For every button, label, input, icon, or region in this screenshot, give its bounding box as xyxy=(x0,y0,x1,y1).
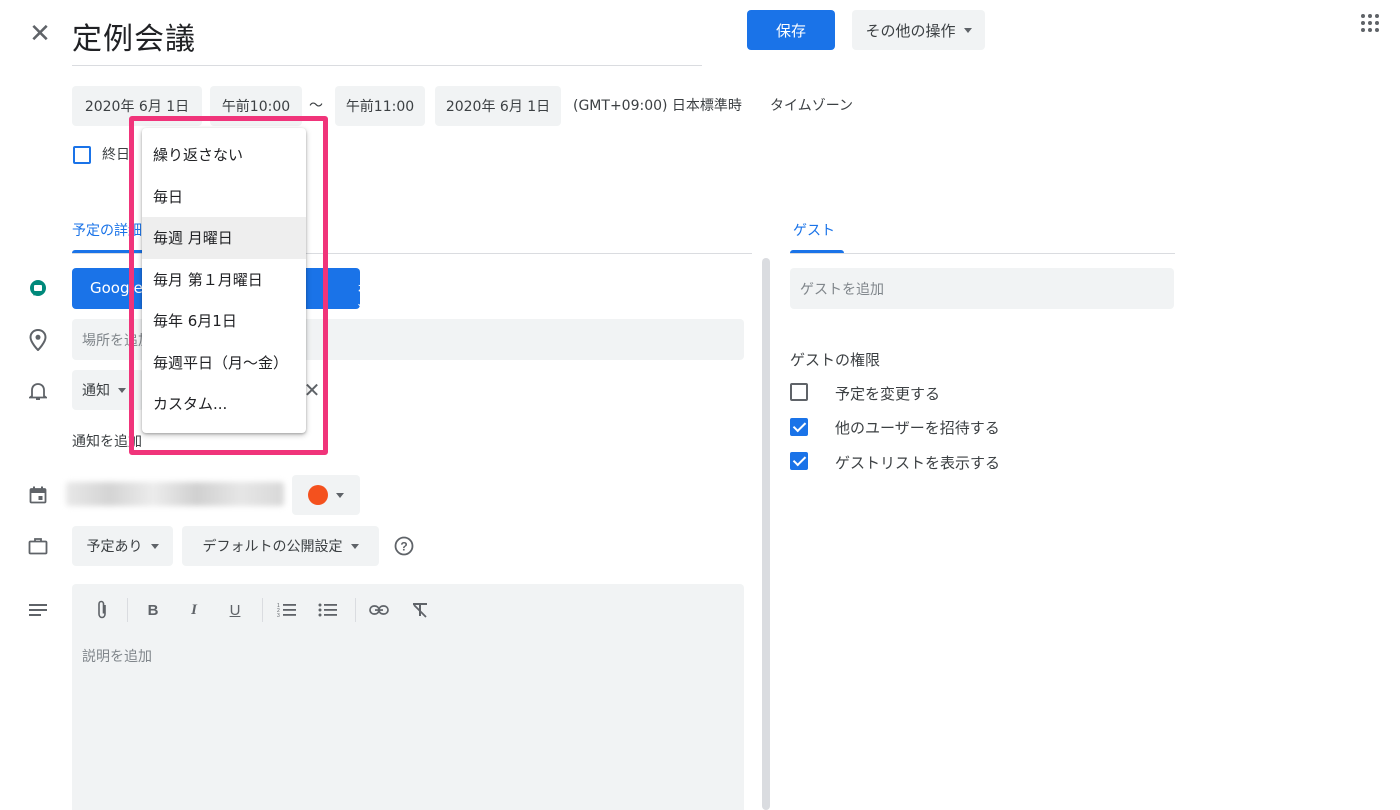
caret-down-icon xyxy=(350,543,359,549)
briefcase-icon xyxy=(26,534,50,558)
apps-grid-icon[interactable] xyxy=(1361,14,1379,32)
permission-invite-checkbox[interactable] xyxy=(790,418,808,436)
title-field[interactable]: 定例会議 xyxy=(72,18,702,66)
help-icon[interactable]: ? xyxy=(393,535,415,557)
calendar-color-dot xyxy=(308,485,328,505)
more-actions-button[interactable]: その他の操作 xyxy=(852,10,985,50)
allday-label: 終日 xyxy=(102,147,130,163)
recurrence-menu[interactable]: 繰り返さない 毎日 毎週 月曜日 毎月 第１月曜日 毎年 6月1日 毎週平日（月… xyxy=(142,128,306,433)
menu-item-weekly-monday[interactable]: 毎週 月曜日 xyxy=(142,217,306,259)
italic-icon[interactable]: I xyxy=(182,600,206,620)
menu-item-custom[interactable]: カスタム... xyxy=(142,383,306,425)
visibility-select[interactable]: デフォルトの公開設定 xyxy=(182,526,379,566)
event-title[interactable]: 定例会議 xyxy=(72,18,702,62)
menu-item-no-repeat[interactable]: 繰り返さない xyxy=(142,134,306,176)
visibility-label: デフォルトの公開設定 xyxy=(202,539,343,555)
underline-icon[interactable]: U xyxy=(223,600,247,620)
toolbar-separator xyxy=(355,598,356,622)
save-button[interactable]: 保存 xyxy=(747,10,835,50)
caret-down-icon xyxy=(963,27,972,33)
caret-down-icon xyxy=(118,387,126,393)
caret-down-icon xyxy=(150,543,159,549)
menu-item-weekdays[interactable]: 毎週平日（月〜金） xyxy=(142,342,306,384)
description-editor[interactable]: B I U 123 説明を追加 xyxy=(72,584,744,810)
end-time-chip[interactable]: 午前11:00 xyxy=(335,86,425,126)
description-lines-icon xyxy=(26,598,50,622)
divider xyxy=(790,253,1175,254)
timezone-value: (GMT+09:00) 日本標準時 xyxy=(573,98,742,114)
end-date-chip[interactable]: 2020年 6月 1日 xyxy=(435,86,561,126)
permissions-title: ゲストの権限 xyxy=(790,351,881,369)
svg-text:?: ? xyxy=(400,540,407,554)
add-guest-input[interactable]: ゲストを追加 xyxy=(790,268,1174,309)
description-placeholder: 説明を追加 xyxy=(82,649,152,665)
menu-item-monthly-first-monday[interactable]: 毎月 第１月曜日 xyxy=(142,259,306,301)
permission-modify-label: 予定を変更する xyxy=(835,385,941,403)
link-icon[interactable] xyxy=(367,600,391,620)
bulleted-list-icon[interactable] xyxy=(316,600,340,620)
timezone-link[interactable]: タイムゾーン xyxy=(770,86,853,126)
attachment-icon[interactable] xyxy=(90,600,114,620)
clear-formatting-icon[interactable] xyxy=(408,600,432,620)
permission-see-list-checkbox[interactable] xyxy=(790,452,808,470)
toolbar-separator xyxy=(262,598,263,622)
location-pin-icon xyxy=(26,328,50,352)
more-actions-label: その他の操作 xyxy=(865,21,956,40)
notification-select-label: 通知 xyxy=(82,383,110,399)
tab-guests[interactable]: ゲスト xyxy=(793,220,835,240)
close-icon[interactable]: ✕ xyxy=(26,20,54,48)
availability-label: 予定あり xyxy=(86,539,143,555)
allday-checkbox[interactable] xyxy=(73,146,91,164)
permission-invite-label: 他のユーザーを招待する xyxy=(835,419,1000,437)
add-guest-placeholder: ゲストを追加 xyxy=(800,281,884,298)
availability-select[interactable]: 予定あり xyxy=(72,526,173,566)
svg-text:3: 3 xyxy=(277,613,280,618)
caret-down-icon xyxy=(336,492,344,498)
numbered-list-icon[interactable]: 123 xyxy=(275,600,299,620)
bell-icon xyxy=(26,379,50,403)
toolbar-separator xyxy=(127,598,128,622)
calendar-name-blurred xyxy=(66,482,284,506)
permission-see-list-label: ゲストリストを表示する xyxy=(835,454,1001,472)
permission-modify-checkbox[interactable] xyxy=(790,383,808,401)
menu-item-yearly[interactable]: 毎年 6月1日 xyxy=(142,300,306,342)
meet-icon xyxy=(26,277,50,301)
calendar-icon xyxy=(26,483,50,507)
calendar-color-select[interactable] xyxy=(292,475,360,515)
bold-icon[interactable]: B xyxy=(141,600,165,620)
scrollbar[interactable] xyxy=(762,258,770,810)
menu-item-daily[interactable]: 毎日 xyxy=(142,176,306,218)
